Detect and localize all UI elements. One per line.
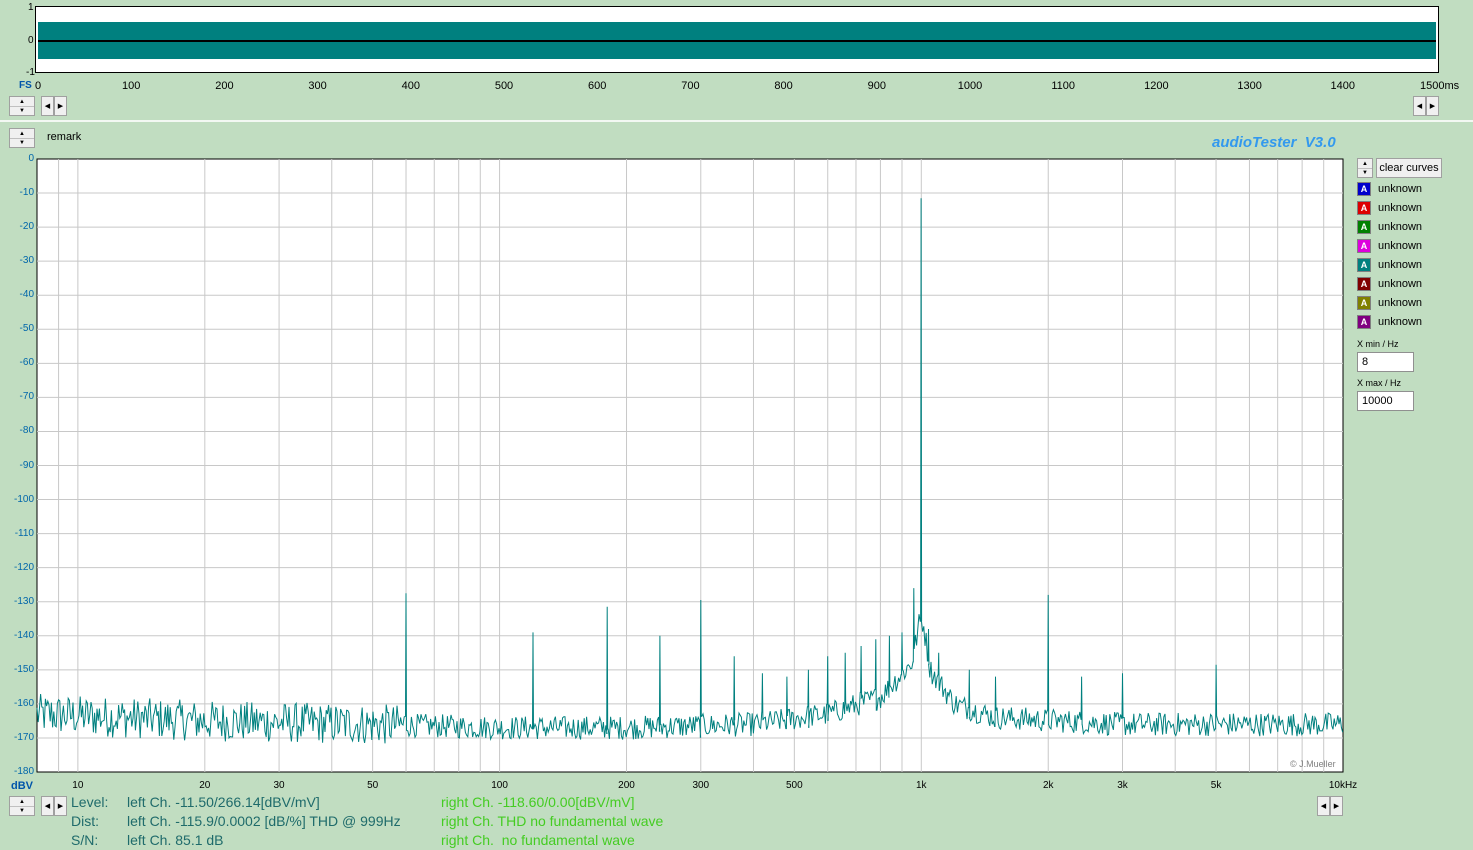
curve-item[interactable]: Aunknown xyxy=(1357,257,1422,273)
spectrum-zoom-left-button[interactable]: ◀ xyxy=(1317,796,1330,816)
spectrum-scroll-left-button[interactable]: ◀ xyxy=(41,796,54,816)
curve-color-swatch-icon[interactable]: A xyxy=(1357,296,1371,310)
x-tick-label: 200 xyxy=(618,780,635,791)
y-tick-label: 0 xyxy=(28,153,34,164)
y-tick-label: -60 xyxy=(19,357,34,369)
curve-label: unknown xyxy=(1378,316,1423,328)
y-tick-label: -90 xyxy=(19,459,34,471)
curve-item[interactable]: Aunknown xyxy=(1357,276,1422,292)
curve-label: unknown xyxy=(1378,278,1423,290)
curve-item[interactable]: Aunknown xyxy=(1357,200,1422,216)
curve-item[interactable]: Aunknown xyxy=(1357,238,1422,254)
curve-label: unknown xyxy=(1378,202,1423,214)
spectrum-chart xyxy=(36,158,1344,773)
y-tick-label: -20 xyxy=(19,221,34,233)
sn-left-value: left Ch. 85.1 dB xyxy=(127,832,224,848)
clear-curves-button[interactable]: clear curves xyxy=(1376,158,1442,178)
x-tick-label: 20 xyxy=(199,780,211,791)
x-tick-label: 3k xyxy=(1117,780,1128,791)
y-tick-label: -130 xyxy=(13,595,34,607)
curve-color-swatch-icon[interactable]: A xyxy=(1357,201,1371,215)
curve-color-swatch-icon[interactable]: A xyxy=(1357,277,1371,291)
copyright-label: © J.Mueller xyxy=(1290,759,1336,769)
sn-right-value: right Ch. no fundamental wave xyxy=(441,832,635,848)
y-tick-label: -160 xyxy=(13,697,34,709)
y-tick-label: -120 xyxy=(13,561,34,573)
curve-item[interactable]: Aunknown xyxy=(1357,181,1422,197)
xmax-label: X max / Hz xyxy=(1357,378,1402,388)
spectrum-zoom-right-button[interactable]: ▶ xyxy=(1330,796,1343,816)
curve-color-swatch-icon[interactable]: A xyxy=(1357,220,1371,234)
x-tick-label: 500 xyxy=(785,780,803,791)
y-tick-label: -180 xyxy=(13,766,34,777)
spectrum-scale-spinner[interactable]: ▲ ▼ xyxy=(9,796,35,816)
dist-label: Dist: xyxy=(71,813,99,829)
x-tick-label: 10kHz xyxy=(1328,780,1358,791)
y-tick-label: -80 xyxy=(19,425,34,437)
curve-item[interactable]: Aunknown xyxy=(1357,295,1422,311)
y-tick-label: -100 xyxy=(13,493,34,505)
y-tick-label: -40 xyxy=(19,289,34,301)
y-tick-label: -10 xyxy=(19,187,34,199)
x-tick-label: 300 xyxy=(692,780,710,791)
x-tick-label: 5k xyxy=(1210,780,1222,791)
level-label: Level: xyxy=(71,794,109,810)
curves-spinner[interactable]: ▲ ▼ xyxy=(1357,158,1373,178)
x-tick-label: 100 xyxy=(491,780,508,791)
sn-label: S/N: xyxy=(71,832,99,848)
curve-label: unknown xyxy=(1378,297,1423,309)
y-unit-label: dBV xyxy=(11,780,33,792)
y-tick-label: -70 xyxy=(19,391,34,403)
curve-label: unknown xyxy=(1378,259,1423,271)
x-tick-label: 30 xyxy=(273,780,285,791)
xmin-field[interactable]: 8 xyxy=(1357,352,1414,372)
y-tick-label: -140 xyxy=(13,629,34,641)
x-tick-label: 10 xyxy=(72,780,84,791)
y-tick-label: -110 xyxy=(14,527,34,539)
curve-color-swatch-icon[interactable]: A xyxy=(1357,182,1371,196)
curve-item[interactable]: Aunknown xyxy=(1357,219,1422,235)
x-tick-label: 2k xyxy=(1042,780,1054,791)
curve-label: unknown xyxy=(1378,240,1423,252)
dist-left-value: left Ch. -115.9/0.0002 [dB/%] THD @ 999H… xyxy=(127,813,401,829)
curve-color-swatch-icon[interactable]: A xyxy=(1357,239,1371,253)
curve-label: unknown xyxy=(1378,183,1423,195)
spectrum-scroll-right-button[interactable]: ▶ xyxy=(54,796,67,816)
level-right-value: right Ch. -118.60/0.00[dBV/mV] xyxy=(441,794,635,810)
y-tick-label: -30 xyxy=(19,255,34,267)
level-left-value: left Ch. -11.50/266.14[dBV/mV] xyxy=(127,794,320,810)
curve-item[interactable]: Aunknown xyxy=(1357,314,1422,330)
x-tick-label: 1k xyxy=(916,780,927,791)
xmin-label: X min / Hz xyxy=(1357,339,1399,349)
spinner-down-icon[interactable]: ▼ xyxy=(10,806,34,815)
y-tick-label: -150 xyxy=(13,663,34,675)
y-tick-label: -170 xyxy=(13,731,34,743)
x-tick-label: 50 xyxy=(367,780,379,791)
spinner-down-icon[interactable]: ▼ xyxy=(1358,168,1372,177)
dist-right-value: right Ch. THD no fundamental wave xyxy=(441,813,664,829)
curve-color-swatch-icon[interactable]: A xyxy=(1357,315,1371,329)
curve-color-swatch-icon[interactable]: A xyxy=(1357,258,1371,272)
curve-label: unknown xyxy=(1378,221,1423,233)
y-tick-label: -50 xyxy=(19,323,34,335)
xmax-field[interactable]: 10000 xyxy=(1357,391,1414,411)
